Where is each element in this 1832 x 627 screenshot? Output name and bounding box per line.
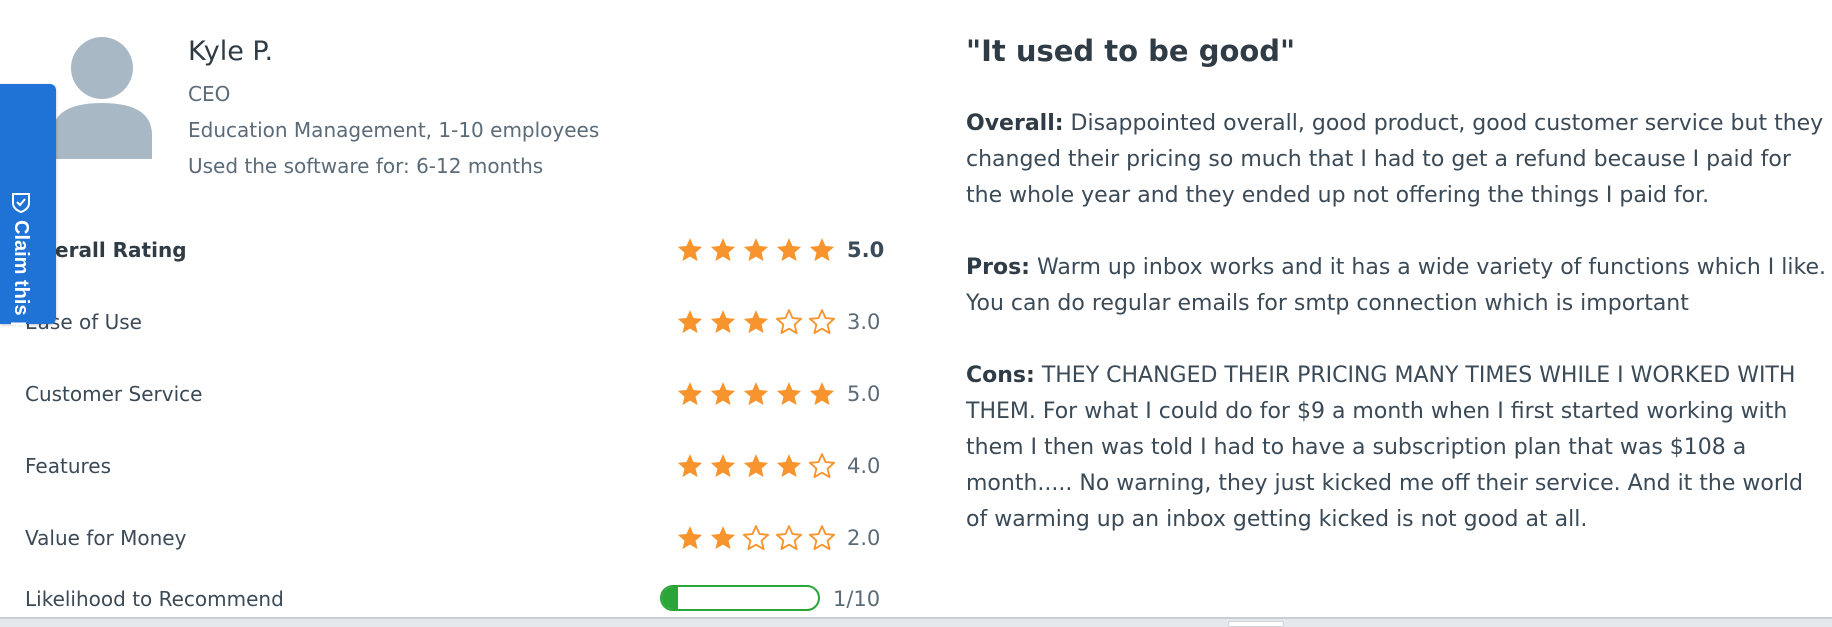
rating-value: 4.0	[847, 454, 881, 478]
star-empty-icon	[808, 453, 836, 479]
cons-label: Cons:	[966, 363, 1035, 388]
reviewer-title: CEO	[188, 82, 231, 106]
pros-label: Pros:	[966, 255, 1030, 280]
horizontal-scrollbar[interactable]	[0, 617, 1832, 627]
review-pros: Pros: Warm up inbox works and it has a w…	[966, 250, 1826, 322]
rating-value: 5.0	[847, 382, 881, 406]
star-rating	[676, 308, 836, 336]
star-filled-icon	[677, 238, 703, 262]
star-filled-icon	[809, 238, 835, 262]
star-filled-icon	[809, 382, 835, 406]
star-filled-icon	[776, 454, 802, 478]
star-rating	[676, 452, 836, 480]
star-empty-icon	[808, 525, 836, 551]
review-title: "It used to be good"	[966, 34, 1296, 68]
star-filled-icon	[743, 310, 769, 334]
rating-label: Customer Service	[25, 382, 203, 406]
reviewer-card: Kyle P. CEO Education Management, 1-10 e…	[0, 0, 940, 200]
recommend-label: Likelihood to Recommend	[25, 587, 284, 611]
star-empty-icon	[742, 525, 770, 551]
pros-text: Warm up inbox works and it has a wide va…	[966, 255, 1826, 316]
scrollbar-thumb[interactable]	[1228, 621, 1284, 627]
rating-row-customer-service: Customer Service 5.0	[0, 370, 900, 420]
claim-profile-button[interactable]: Claim this profile	[0, 84, 56, 382]
recommend-value: 1/10	[833, 587, 881, 611]
star-rating	[676, 236, 836, 264]
rating-row-features: Features 4.0	[0, 442, 900, 492]
star-filled-icon	[743, 382, 769, 406]
rating-label: Features	[25, 454, 111, 478]
rating-value: 5.0	[847, 238, 885, 262]
ratings-panel: Overall Rating 5.0 Ease of Use 3.0 Custo…	[0, 210, 900, 627]
rating-value: 2.0	[847, 526, 881, 550]
star-filled-icon	[710, 382, 736, 406]
star-filled-icon	[776, 238, 802, 262]
cons-text: THEY CHANGED THEIR PRICING MANY TIMES WH…	[966, 363, 1803, 532]
rating-value: 3.0	[847, 310, 881, 334]
star-filled-icon	[677, 310, 703, 334]
reviewer-usage: Used the software for: 6-12 months	[188, 154, 544, 178]
rating-row-ease-of-use: Ease of Use 3.0	[0, 298, 900, 348]
reviewer-name: Kyle P.	[188, 36, 274, 67]
star-filled-icon	[710, 526, 736, 550]
recommend-progress-bar	[660, 585, 820, 611]
star-filled-icon	[710, 238, 736, 262]
star-filled-icon	[677, 526, 703, 550]
star-filled-icon	[677, 382, 703, 406]
claim-profile-label: Claim this profile	[10, 220, 32, 383]
shield-check-icon	[12, 193, 30, 214]
overall-text: Disappointed overall, good product, good…	[966, 111, 1824, 208]
user-silhouette-icon	[52, 37, 152, 159]
overall-label: Overall:	[966, 111, 1064, 136]
rating-row-overall: Overall Rating 5.0	[0, 226, 900, 276]
rating-row-value-for-money: Value for Money 2.0	[0, 514, 900, 564]
rating-label: Value for Money	[25, 526, 187, 550]
reviewer-company: Education Management, 1-10 employees	[188, 118, 600, 142]
star-filled-icon	[743, 238, 769, 262]
review-cons: Cons: THEY CHANGED THEIR PRICING MANY TI…	[966, 358, 1826, 538]
star-rating	[676, 524, 836, 552]
star-filled-icon	[776, 382, 802, 406]
star-filled-icon	[710, 454, 736, 478]
star-filled-icon	[710, 310, 736, 334]
recommend-progress-fill	[662, 587, 678, 609]
star-empty-icon	[775, 309, 803, 335]
star-empty-icon	[808, 309, 836, 335]
star-filled-icon	[677, 454, 703, 478]
star-empty-icon	[775, 525, 803, 551]
review-overall: Overall: Disappointed overall, good prod…	[966, 106, 1826, 214]
star-filled-icon	[743, 454, 769, 478]
star-rating	[676, 380, 836, 408]
